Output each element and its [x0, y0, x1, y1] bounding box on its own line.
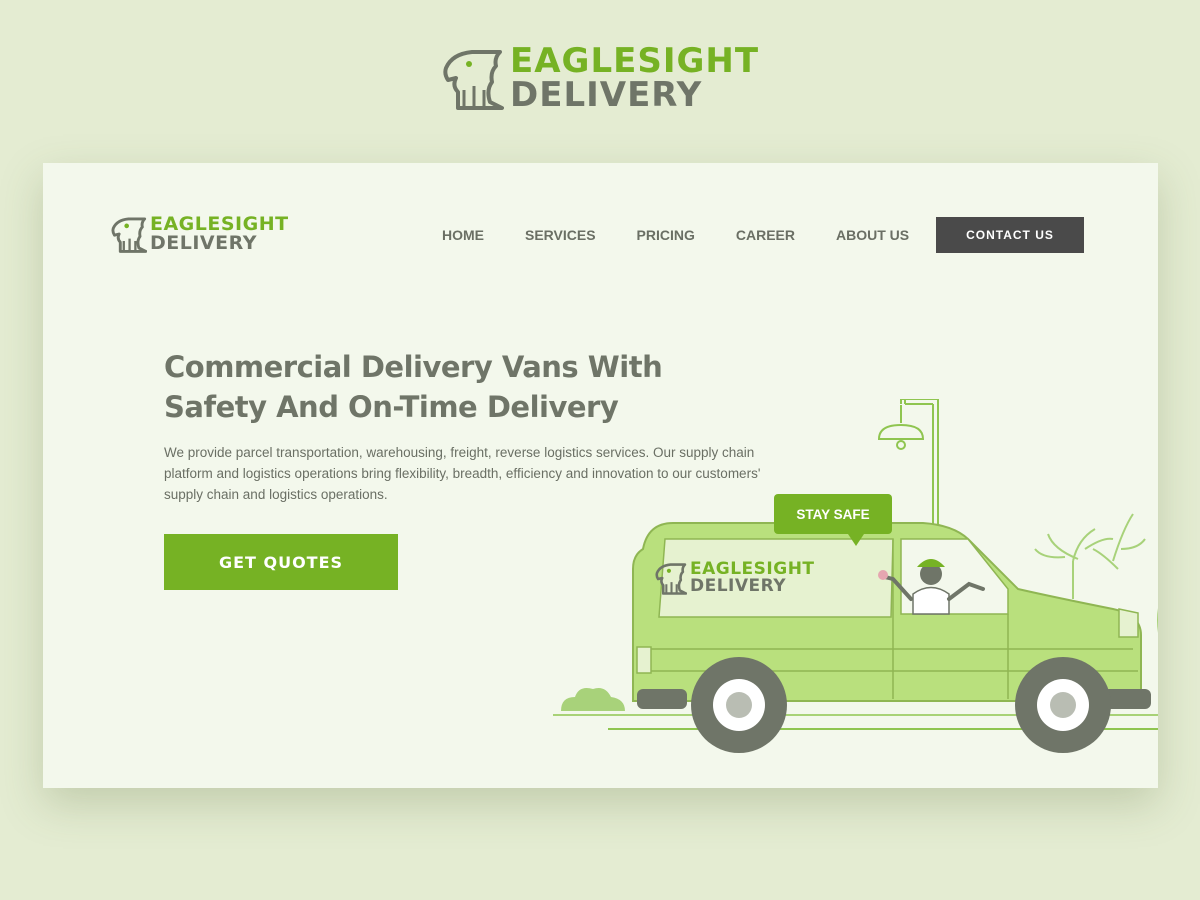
- brand-name-line1: EAGLESIGHT: [510, 41, 760, 81]
- eagle-icon: [111, 217, 147, 253]
- nav-services[interactable]: SERVICES: [525, 227, 596, 243]
- get-quotes-button[interactable]: GET QUOTES: [164, 534, 398, 590]
- contact-us-button[interactable]: CONTACT US: [936, 217, 1084, 253]
- stay-safe-bubble: STAY SAFE: [774, 494, 892, 546]
- brand-name-line2: DELIVERY: [690, 576, 787, 596]
- brand-name-line2: DELIVERY: [150, 232, 257, 254]
- nav-home[interactable]: HOME: [442, 227, 484, 243]
- site-logo: EAGLESIGHT DELIVERY: [442, 44, 759, 112]
- eagle-icon: [655, 563, 687, 595]
- nav-pricing[interactable]: PRICING: [637, 227, 695, 243]
- main-nav: HOME SERVICES PRICING CAREER ABOUT US: [442, 227, 950, 243]
- delivery-van-illustration: [553, 399, 1158, 753]
- nav-logo[interactable]: EAGLESIGHT DELIVERY: [111, 215, 289, 253]
- nav-about-us[interactable]: ABOUT US: [836, 227, 909, 243]
- eagle-icon: [443, 50, 504, 110]
- van-logo: EAGLESIGHT DELIVERY: [655, 561, 815, 595]
- landing-page-mockup: EAGLESIGHT DELIVERY HOME SERVICES PRICIN…: [43, 163, 1158, 788]
- brand-name-line2: DELIVERY: [510, 75, 703, 115]
- nav-career[interactable]: CAREER: [736, 227, 795, 243]
